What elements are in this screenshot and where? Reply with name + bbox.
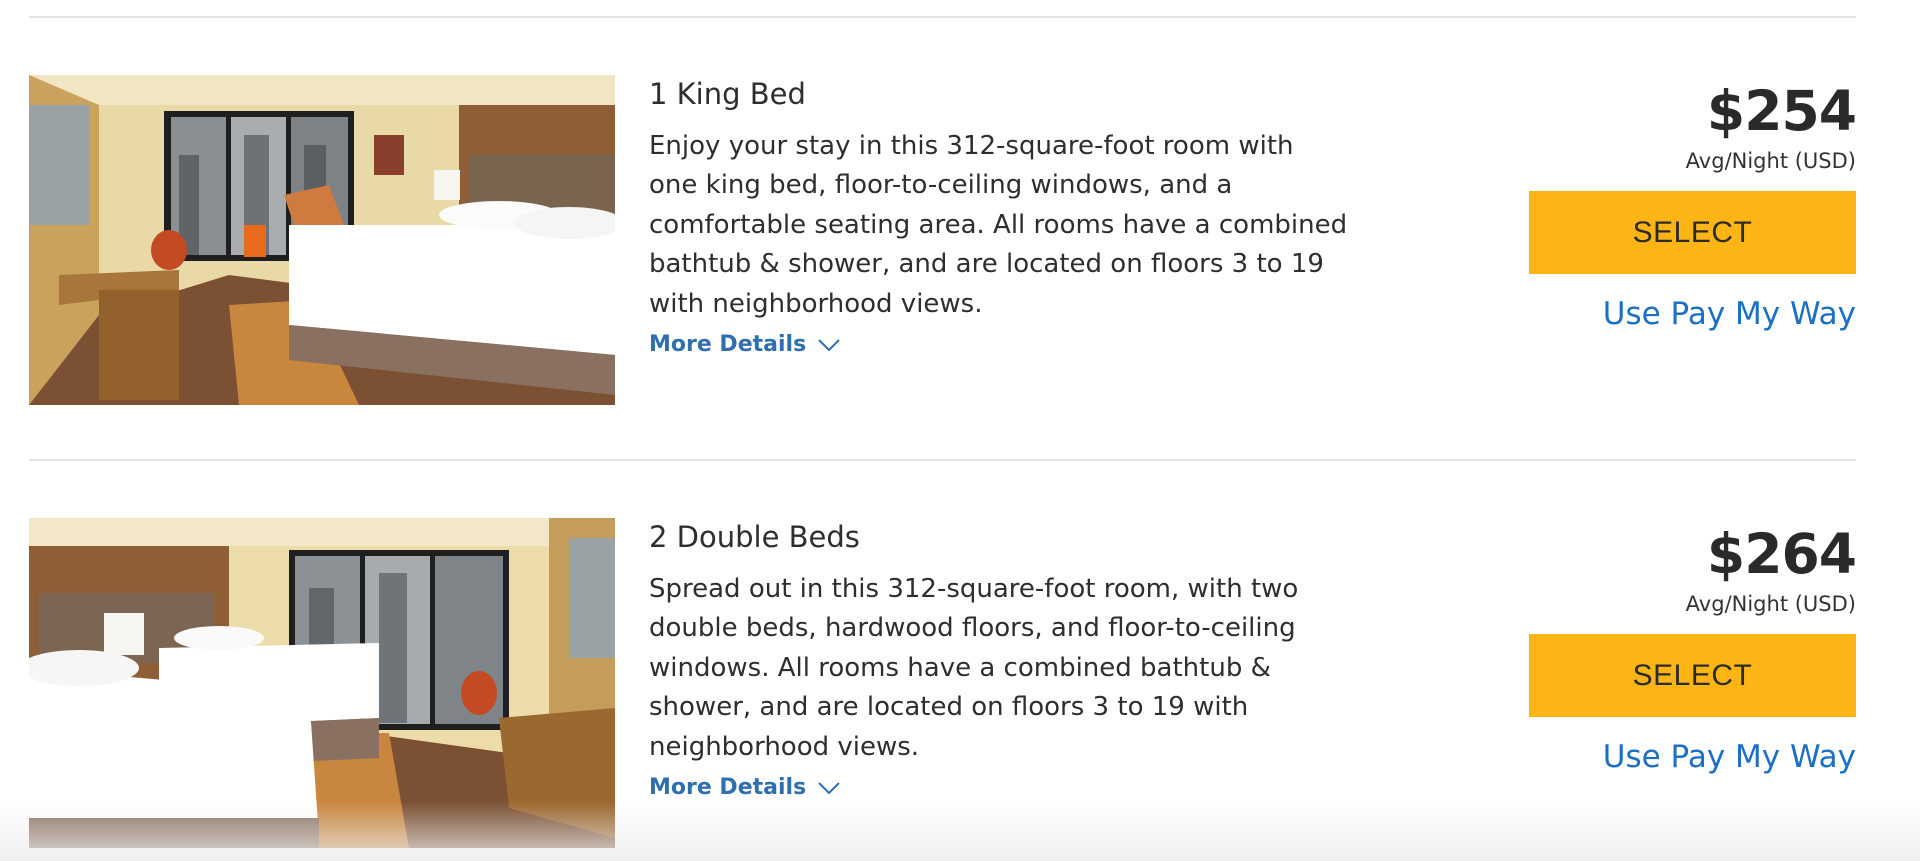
price-unit-label: Avg/Night (USD) [1685, 149, 1856, 173]
chevron-down-icon [818, 781, 840, 795]
room-price: $264 [1706, 522, 1857, 586]
select-button[interactable]: SELECT [1529, 634, 1856, 717]
more-details-link[interactable]: More Details [649, 332, 840, 357]
room-results-page: 1 King Bed Enjoy your stay in this 312-s… [0, 0, 1920, 861]
room-photo-king[interactable] [29, 75, 615, 405]
more-details-label: More Details [649, 775, 807, 801]
select-button[interactable]: SELECT [1529, 191, 1856, 274]
room-info-king: 1 King Bed Enjoy your stay in this 312-s… [649, 76, 1369, 357]
chevron-down-icon [818, 338, 840, 352]
room-photo-double[interactable] [29, 518, 615, 848]
room-info-double: 2 Double Beds Spread out in this 312-squ… [649, 519, 1369, 800]
hotel-room-photo-icon [29, 518, 615, 848]
more-details-label: More Details [649, 332, 807, 358]
divider [29, 16, 1856, 18]
price-unit-label: Avg/Night (USD) [1685, 592, 1856, 616]
hotel-room-photo-icon [29, 75, 615, 405]
divider [29, 459, 1856, 461]
price-panel-double: $264 Avg/Night (USD) SELECT Use Pay My W… [1529, 522, 1857, 775]
price-panel-king: $254 Avg/Night (USD) SELECT Use Pay My W… [1529, 79, 1857, 332]
room-title: 1 King Bed [649, 77, 806, 111]
use-pay-my-way-link[interactable]: Use Pay My Way [1529, 296, 1856, 332]
use-pay-my-way-link[interactable]: Use Pay My Way [1529, 739, 1856, 775]
room-title: 2 Double Beds [649, 520, 860, 554]
room-price: $254 [1706, 79, 1857, 143]
more-details-link[interactable]: More Details [649, 775, 840, 800]
room-description: Enjoy your stay in this 312-square-foot … [649, 130, 1348, 319]
room-description: Spread out in this 312-square-foot room,… [649, 573, 1299, 762]
